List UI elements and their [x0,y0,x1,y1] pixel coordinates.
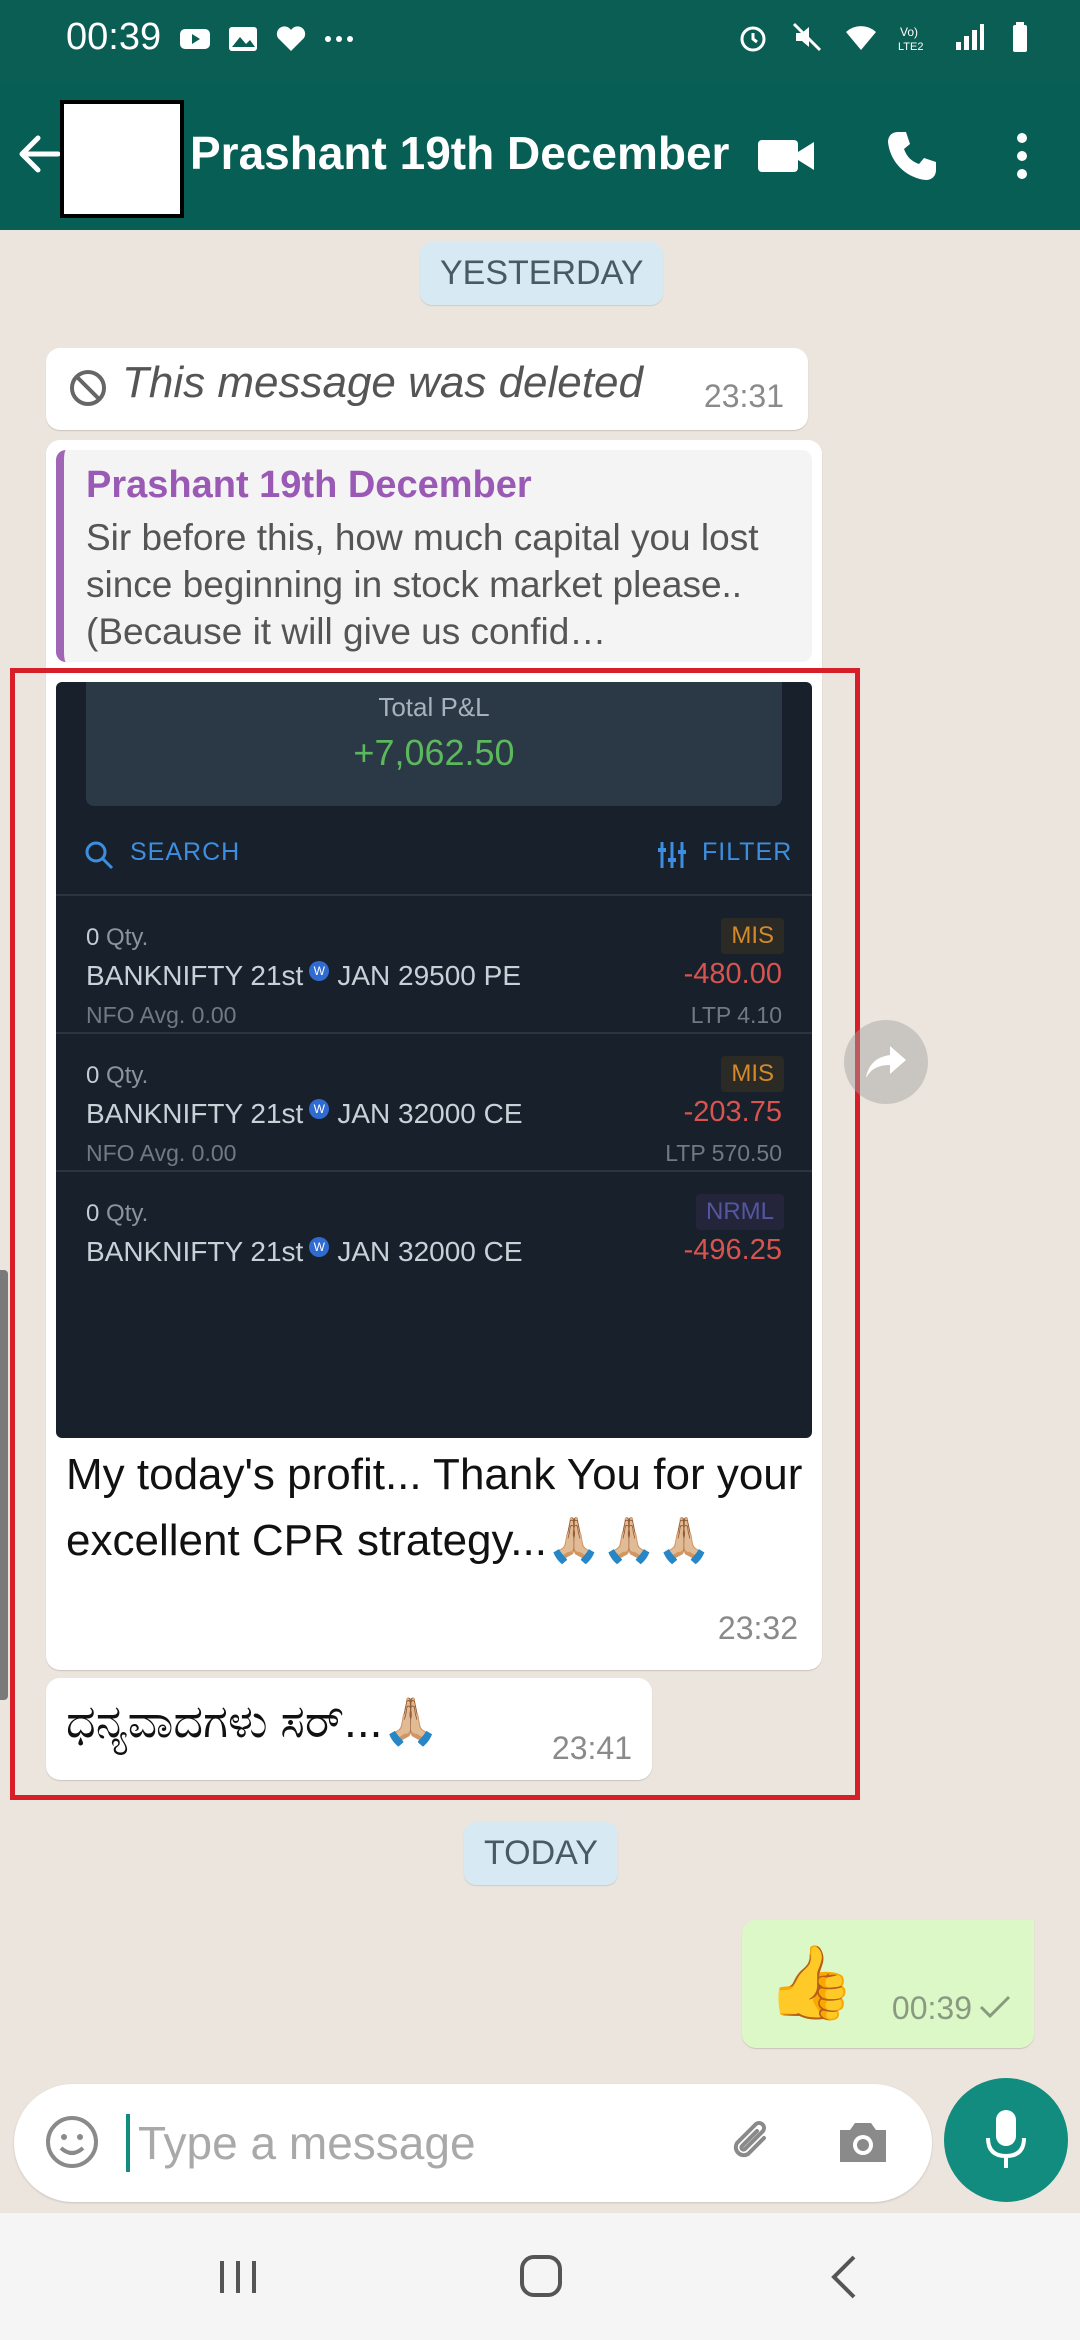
date-chip-yesterday: YESTERDAY [420,242,664,305]
quoted-author: Prashant 19th December [86,464,532,506]
blocked-icon [70,370,106,406]
outgoing-message-bubble[interactable]: 👍 00:39 [742,1920,1034,2048]
contact-avatar[interactable] [60,100,184,218]
navigation-bar [0,2213,1080,2340]
trade-ltp: LTP 570.50 [665,1140,782,1166]
date-chip-today: TODAY [464,1822,618,1885]
more-notifications-icon [325,36,353,42]
gallery-icon [229,27,257,51]
trade-row: 0 Qty. BANKNIFTY 21st W JAN 32000 CE NRML … [56,1174,812,1310]
more-options-icon[interactable] [1002,126,1042,186]
thumbs-up-emoji: 👍 [766,1943,856,2023]
svg-text:LTE2: LTE2 [898,41,923,53]
chat-header: Prashant 19th December [0,82,1080,230]
weekly-badge-icon: W [309,1236,330,1257]
thanks-message-bubble[interactable]: ಧನ್ಯವಾದಗಳು ಸರ್...🙏🏼 23:41 [46,1678,652,1780]
forward-button[interactable] [844,1020,928,1104]
recent-apps-icon[interactable] [216,2257,260,2297]
trade-meta: NFO Avg. 0.00 [86,1002,237,1028]
edge-panel-handle[interactable] [0,1270,8,1700]
signal-icon [956,24,984,50]
trade-qty: 0 Qty. [86,1200,149,1227]
mute-icon [792,22,822,52]
phone-call-icon[interactable] [884,128,940,184]
health-icon [276,26,306,51]
chat-area[interactable]: YESTERDAY This message was deleted 23:31… [0,230,1080,2213]
trade-pnl: -496.25 [683,1234,782,1266]
trade-row: 0 Qty. BANKNIFTY 21st W JAN 29500 PE NFO A… [56,898,812,1034]
search-icon [85,841,114,870]
volte-icon: Vo) LTE2 [898,25,923,53]
alarm-icon [740,26,766,52]
filter-icon [658,842,686,868]
text-caret [126,2114,130,2172]
nav-back-icon[interactable] [826,2253,860,2301]
trade-ltp: LTP 4.10 [690,1002,782,1028]
weekly-badge-icon: W [309,960,330,981]
message-text: ಧನ್ಯವಾದಗಳು ಸರ್...🙏🏼 [66,1695,440,1747]
battery-icon [1013,22,1027,52]
wifi-icon [846,26,876,50]
home-icon[interactable] [518,2253,564,2299]
message-time: 23:32 [717,1610,798,1646]
message-input-container[interactable] [14,2084,932,2202]
quoted-message[interactable]: Prashant 19th December Sir before this, … [56,450,812,662]
trade-meta: NFO Avg. 0.00 [86,1140,237,1166]
trade-qty: 0 Qty. [86,1062,149,1089]
camera-icon[interactable] [834,2116,892,2168]
total-pnl-value: +7,062.50 [353,732,515,773]
message-composer [0,2072,1080,2214]
total-pnl-card: Total P&L +7,062.50 [86,682,782,806]
search-label: SEARCH [130,838,241,866]
product-badge: MIS [721,918,784,954]
weekly-badge-icon: W [309,1098,330,1119]
search-filter-row: SEARCH FILTER [56,832,812,896]
trade-pnl: -480.00 [683,958,782,990]
system-status-icons: Vo) LTE2 [736,20,1040,54]
message-input[interactable] [138,2106,678,2180]
product-badge: NRML [695,1194,784,1230]
filter-label: FILTER [702,838,793,866]
trade-qty: 0 Qty. [86,924,149,951]
attachment-icon[interactable] [724,2114,780,2170]
sent-check-icon [979,1995,1011,2019]
trade-instrument: BANKNIFTY 21st W JAN 32000 CE [86,1098,523,1129]
quoted-text: Sir before this, how much capital you lo… [86,517,759,652]
deleted-message-text: This message was deleted [122,358,643,407]
trade-instrument: BANKNIFTY 21st W JAN 32000 CE [86,1236,523,1267]
svg-text:Vo): Vo) [900,25,918,39]
deleted-message-bubble[interactable]: This message was deleted 23:31 [46,348,808,430]
youtube-icon [180,29,210,49]
pnl-screenshot-image[interactable]: Total P&L +7,062.50 SEARCH FILTER 0 Qty.… [56,682,812,1438]
notification-icons [178,22,356,56]
trade-row: 0 Qty. BANKNIFTY 21st W JAN 32000 CE NFO A… [56,1036,812,1172]
forward-icon [866,1046,906,1078]
message-caption: My today's profit... Thank You for your … [66,1450,803,1565]
product-badge: MIS [721,1056,784,1092]
trade-instrument: BANKNIFTY 21st W JAN 29500 PE [86,960,521,991]
status-time: 00:39 [66,16,162,58]
microphone-icon [986,2110,1026,2168]
message-time: 00:39 [891,1990,972,2026]
contact-name[interactable]: Prashant 19th December [190,126,729,180]
total-pnl-label: Total P&L [378,692,490,722]
video-call-icon[interactable] [756,134,816,178]
emoji-icon[interactable] [42,2112,102,2172]
back-arrow-icon[interactable] [14,128,66,180]
trade-pnl: -203.75 [683,1096,782,1128]
status-bar: 00:39 Vo) LTE2 [0,0,1080,82]
voice-record-button[interactable] [944,2078,1068,2202]
message-time: 23:41 [551,1730,632,1766]
message-time: 23:31 [703,378,784,414]
